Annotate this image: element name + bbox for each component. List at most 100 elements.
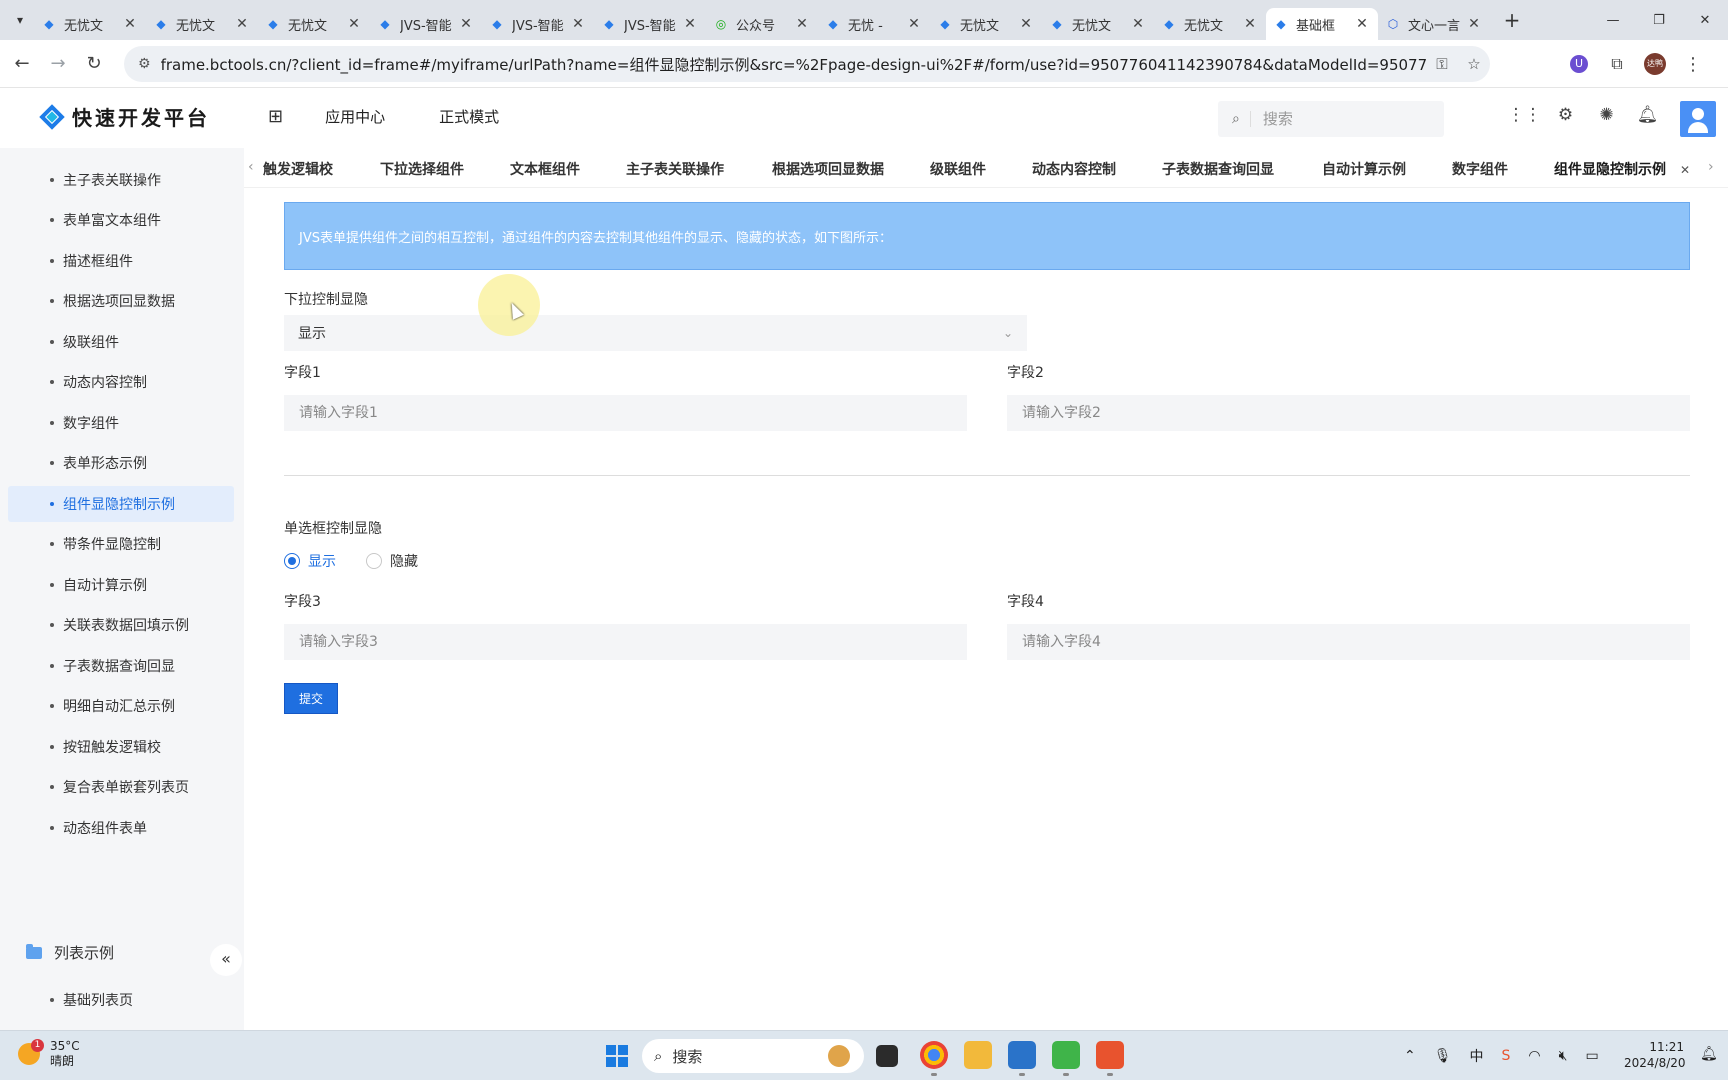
sidebar-item[interactable]: 按钮触发逻辑校: [8, 729, 234, 765]
radio-hide[interactable]: 隐藏: [366, 551, 418, 571]
browser-tab[interactable]: ◆ 无忧文 ✕: [930, 8, 1042, 40]
page-tab[interactable]: 根据选项回显数据: [772, 159, 884, 179]
page-tab[interactable]: 触发逻辑校: [263, 159, 333, 179]
minimize-icon[interactable]: —: [1590, 13, 1636, 28]
sidebar-item[interactable]: 自动计算示例: [8, 567, 234, 603]
browser-tab[interactable]: ◆ JVS-智能 ✕: [594, 8, 706, 40]
sidebar-item[interactable]: 动态组件表单: [8, 810, 234, 846]
sogou-icon[interactable]: S: [1502, 1048, 1511, 1064]
page-tab[interactable]: 文本框组件: [510, 159, 580, 179]
close-tab-icon[interactable]: ✕: [234, 16, 250, 32]
windows-start-icon[interactable]: [606, 1045, 628, 1067]
settings-gear-icon[interactable]: ⚙: [1545, 105, 1586, 125]
app-logo[interactable]: 快速开发平台: [38, 102, 210, 131]
sidebar-item[interactable]: 表单形态示例: [8, 445, 234, 481]
browser-tab[interactable]: ◆ 无忧文 ✕: [1042, 8, 1154, 40]
browser-tab[interactable]: ◎ 公众号 ✕: [706, 8, 818, 40]
extensions-puzzle-icon[interactable]: ⧉: [1598, 54, 1636, 74]
tabs-scroll-left-icon[interactable]: ‹: [248, 159, 254, 175]
browser-tab[interactable]: ◆ JVS-智能 ✕: [482, 8, 594, 40]
close-tab-icon[interactable]: ✕: [906, 16, 922, 32]
task-view-icon[interactable]: [876, 1045, 898, 1067]
sidebar-item[interactable]: 基础列表页: [8, 982, 234, 1018]
user-avatar[interactable]: [1680, 101, 1716, 137]
field4-input[interactable]: [1007, 624, 1690, 660]
restore-icon[interactable]: ❐: [1636, 13, 1682, 28]
password-key-icon[interactable]: ⚿: [1426, 55, 1458, 73]
close-tab-icon[interactable]: ✕: [1466, 16, 1482, 32]
wifi-icon[interactable]: ◠: [1528, 1048, 1540, 1064]
page-tab[interactable]: 主子表关联操作: [626, 159, 724, 179]
ime-indicator[interactable]: 中: [1470, 1046, 1484, 1066]
sidebar-item[interactable]: 表单富文本组件: [8, 202, 234, 238]
back-icon[interactable]: ←: [4, 53, 40, 74]
page-tab[interactable]: 自动计算示例: [1322, 159, 1406, 179]
sidebar-item[interactable]: 根据选项回显数据: [8, 283, 234, 319]
nav-app-center[interactable]: 应用中心: [325, 106, 385, 127]
sidebar-item[interactable]: 主子表关联操作: [8, 162, 234, 198]
profile-avatar[interactable]: 达鸭: [1636, 53, 1674, 75]
chrome-app-icon[interactable]: [920, 1041, 948, 1076]
browser-tab[interactable]: ◆ 无忧文 ✕: [34, 8, 146, 40]
notification-center-icon[interactable]: 🔔︎: [1700, 1046, 1718, 1062]
red-app-icon[interactable]: [1096, 1041, 1124, 1076]
apps-grid-icon[interactable]: ⊞: [268, 106, 283, 127]
file-explorer-icon[interactable]: [964, 1041, 992, 1069]
reload-icon[interactable]: ↻: [76, 53, 112, 74]
nav-formal-mode[interactable]: 正式模式: [439, 106, 499, 127]
browser-tab[interactable]: ◆ 无忧文 ✕: [146, 8, 258, 40]
field3-input[interactable]: [284, 624, 967, 660]
header-search-input[interactable]: [1262, 110, 1413, 128]
browser-tab[interactable]: ⬡ 文心一言 ✕: [1378, 8, 1490, 40]
collapse-sidebar-button[interactable]: «: [210, 944, 242, 976]
page-tab[interactable]: 动态内容控制: [1032, 159, 1116, 179]
forward-icon[interactable]: →: [40, 53, 76, 74]
close-tab-icon[interactable]: ✕: [1130, 16, 1146, 32]
sidebar-item[interactable]: 关联表数据回填示例: [8, 607, 234, 643]
url-field[interactable]: ⚙ frame.bctools.cn/?client_id=frame#/myi…: [124, 46, 1490, 82]
page-tab[interactable]: 子表数据查询回显: [1162, 159, 1274, 179]
page-tab[interactable]: 数字组件: [1452, 159, 1508, 179]
close-tab-icon[interactable]: ✕: [122, 16, 138, 32]
sidebar-item[interactable]: 数字组件: [8, 405, 234, 441]
page-tab[interactable]: 组件显隐控制示例 ✕: [1554, 159, 1690, 179]
visibility-dropdown[interactable]: 显示 ⌄: [284, 315, 1027, 351]
tab-search-chevron-icon[interactable]: ▾: [6, 6, 34, 34]
sidebar-folder-list-examples[interactable]: 列表示例: [26, 942, 114, 963]
new-tab-button[interactable]: +: [1498, 8, 1526, 32]
close-tab-icon[interactable]: ✕: [682, 16, 698, 32]
green-app-icon[interactable]: [1052, 1041, 1080, 1076]
taskbar-search[interactable]: ⌕ 搜索: [642, 1039, 864, 1073]
microphone-icon[interactable]: 🎙︎: [1434, 1048, 1452, 1064]
tabs-scroll-right-icon[interactable]: ›: [1708, 159, 1714, 175]
sidebar-item[interactable]: 子表数据查询回显: [8, 648, 234, 684]
close-tab-icon[interactable]: ✕: [570, 16, 586, 32]
browser-tab[interactable]: ◆ 无忧 - ✕: [818, 8, 930, 40]
sidebar-item[interactable]: 组件显隐控制示例: [8, 485, 234, 522]
site-info-icon[interactable]: ⚙: [138, 56, 151, 72]
close-tab-icon[interactable]: ✕: [1354, 16, 1370, 32]
notification-bell-icon[interactable]: 🔔︎: [1627, 105, 1668, 125]
sidebar-item[interactable]: 动态内容控制: [8, 364, 234, 400]
taskbar-clock[interactable]: 11:21 2024/8/20: [1624, 1039, 1686, 1071]
sidebar-item[interactable]: 描述框组件: [8, 243, 234, 279]
app-launcher-icon[interactable]: ⋮⋮: [1504, 105, 1545, 125]
browser-tab[interactable]: ◆ 无忧文 ✕: [1154, 8, 1266, 40]
radio-show[interactable]: 显示: [284, 551, 336, 571]
sidebar-item[interactable]: 复合表单嵌套列表页: [8, 769, 234, 805]
sidebar-item[interactable]: 明细自动汇总示例: [8, 688, 234, 724]
photos-app-icon[interactable]: [1008, 1041, 1036, 1076]
browser-tab[interactable]: ◆ 基础框 ✕: [1266, 8, 1378, 40]
volume-mute-icon[interactable]: 🔇︎: [1559, 1048, 1568, 1064]
browser-tab[interactable]: ◆ 无忧文 ✕: [258, 8, 370, 40]
submit-button[interactable]: 提交: [284, 683, 338, 714]
page-tab[interactable]: 下拉选择组件: [380, 159, 464, 179]
field1-input[interactable]: [284, 395, 967, 431]
close-tab-icon[interactable]: ✕: [1018, 16, 1034, 32]
sidebar-item[interactable]: 下拉选择组件: [8, 148, 234, 157]
close-tab-icon[interactable]: ✕: [346, 16, 362, 32]
page-tab[interactable]: 级联组件: [930, 159, 986, 179]
bookmark-star-icon[interactable]: ☆: [1458, 55, 1490, 73]
close-tab-icon[interactable]: ✕: [794, 16, 810, 32]
sidebar-item[interactable]: 级联组件: [8, 324, 234, 360]
